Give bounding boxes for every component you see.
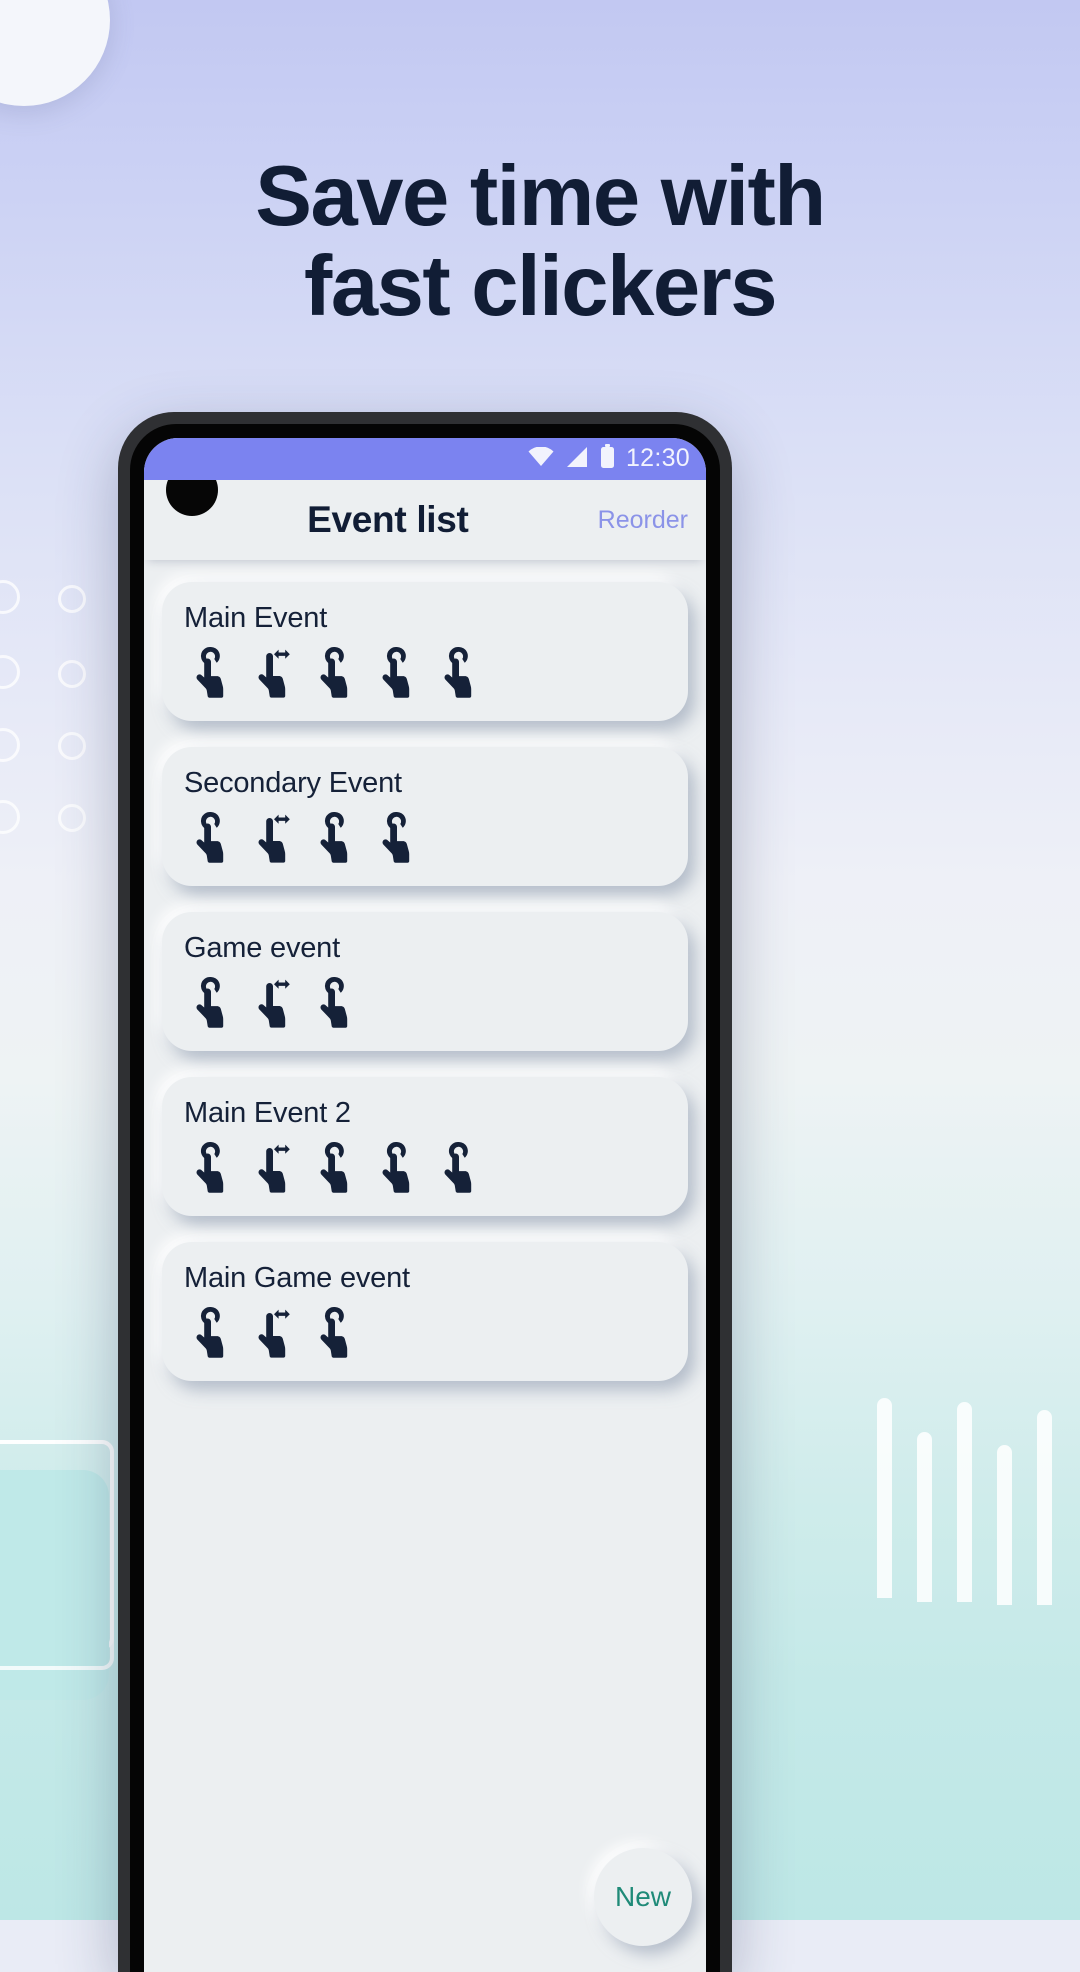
swipe-gesture-icon [252, 1305, 294, 1366]
swipe-gesture-icon [252, 975, 294, 1036]
phone-bezel: 12:30 Event list Reorder Main Event Seco… [130, 424, 720, 1972]
gesture-icon-row [184, 1138, 666, 1202]
headline-line-1: Save time with [255, 149, 826, 244]
event-list[interactable]: Main Event Secondary Event Game event Ma… [144, 560, 706, 1972]
deco-bar-1 [877, 1398, 892, 1598]
deco-bar-2 [917, 1432, 932, 1602]
event-card[interactable]: Main Event 2 [162, 1077, 688, 1216]
event-card[interactable]: Main Event [162, 582, 688, 721]
reorder-button[interactable]: Reorder [592, 498, 706, 543]
status-bar-clock: 12:30 [625, 443, 690, 472]
new-event-fab[interactable]: New [594, 1848, 692, 1946]
tap-gesture-icon [190, 975, 232, 1036]
promo-headline: Save time with fast clickers [0, 149, 1080, 335]
tap-gesture-icon [190, 645, 232, 706]
event-title: Main Event 2 [184, 1097, 351, 1129]
headline-line-2: fast clickers [304, 239, 777, 335]
deco-circle-6 [58, 732, 86, 760]
deco-circle-8 [58, 804, 86, 832]
tap-gesture-icon [376, 645, 418, 706]
deco-circle-4 [58, 660, 86, 688]
tap-gesture-icon [314, 1305, 356, 1366]
battery-icon [600, 444, 615, 474]
phone-mockup: 12:30 Event list Reorder Main Event Seco… [118, 412, 732, 1972]
event-card[interactable]: Secondary Event [162, 747, 688, 886]
event-title: Secondary Event [184, 767, 402, 799]
tap-gesture-icon [376, 810, 418, 871]
tap-gesture-icon [190, 1305, 232, 1366]
tap-gesture-icon [314, 975, 356, 1036]
deco-circle-7 [0, 800, 20, 834]
gesture-icon-row [184, 643, 666, 707]
tap-gesture-icon [438, 1140, 480, 1201]
cell-signal-icon [565, 446, 589, 473]
event-title: Main Game event [184, 1262, 410, 1294]
deco-bar-3 [957, 1402, 972, 1602]
deco-circle-2 [58, 585, 86, 613]
status-bar: 12:30 [144, 438, 706, 480]
tap-gesture-icon [438, 645, 480, 706]
gesture-icon-row [184, 973, 666, 1037]
swipe-gesture-icon [252, 645, 294, 706]
tap-gesture-icon [190, 1140, 232, 1201]
event-title: Main Event [184, 602, 328, 634]
deco-bar-5 [1037, 1410, 1052, 1605]
deco-ring-top-left [0, 0, 110, 106]
deco-square-bottom-left-2 [0, 1440, 114, 1670]
deco-circle-3 [0, 655, 20, 689]
tap-gesture-icon [314, 1140, 356, 1201]
deco-bar-4 [997, 1445, 1012, 1605]
gesture-icon-row [184, 808, 666, 872]
swipe-gesture-icon [252, 810, 294, 871]
wifi-icon [528, 445, 554, 472]
tap-gesture-icon [314, 810, 356, 871]
deco-circle-5 [0, 728, 20, 762]
tap-gesture-icon [376, 1140, 418, 1201]
event-title: Game event [184, 932, 340, 964]
app-bar: Event list Reorder [144, 464, 706, 560]
gesture-icon-row [184, 1303, 666, 1367]
event-card[interactable]: Main Game event [162, 1242, 688, 1381]
event-card[interactable]: Game event [162, 912, 688, 1051]
tap-gesture-icon [190, 810, 232, 871]
swipe-gesture-icon [252, 1140, 294, 1201]
deco-circle-1 [0, 580, 20, 614]
tap-gesture-icon [314, 645, 356, 706]
phone-screen: 12:30 Event list Reorder Main Event Seco… [144, 438, 706, 1972]
